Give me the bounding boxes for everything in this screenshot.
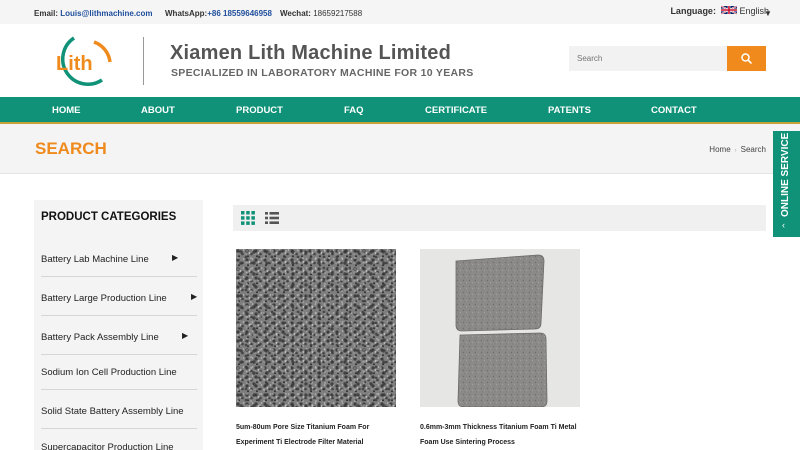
list-view-icon[interactable]	[265, 211, 279, 225]
email-label: Email:	[34, 9, 59, 18]
category-item[interactable]: Battery Large Production Line ▶	[41, 278, 197, 316]
nav-product[interactable]: PRODUCT	[236, 105, 283, 116]
chevron-left-icon: ‹	[782, 220, 785, 230]
view-toolbar	[233, 205, 766, 231]
logo-text: Lith	[56, 53, 93, 75]
category-label: Solid State Battery Assembly Line	[41, 406, 184, 417]
company-name: Xiamen Lith Machine Limited	[170, 42, 451, 64]
online-service-label: ONLINE SERVICE	[780, 132, 791, 217]
language-label: Language:	[670, 6, 716, 16]
category-label: Supercapacitor Production Line	[41, 442, 174, 450]
page-title: SEARCH	[35, 139, 107, 158]
category-item[interactable]: Supercapacitor Production Line	[41, 427, 197, 450]
email-contact: Email: Louis@lithmachine.com	[34, 9, 153, 18]
product-categories-sidebar: PRODUCT CATEGORIES Battery Lab Machine L…	[34, 200, 203, 450]
caret-right-icon[interactable]: ▶	[191, 292, 197, 301]
main-navigation: HOME ABOUT PRODUCT FAQ CERTIFICATE PATEN…	[0, 97, 800, 124]
nav-patents[interactable]: PATENTS	[548, 105, 591, 116]
caret-right-icon[interactable]: ▶	[182, 331, 188, 340]
nav-certificate[interactable]: CERTIFICATE	[425, 105, 487, 116]
language-selector[interactable]: Language: English	[670, 5, 769, 16]
site-header: Lith Xiamen Lith Machine Limited SPECIAL…	[0, 24, 800, 97]
uk-flag-icon	[721, 5, 738, 15]
wechat-contact: Wechat: 18659217588	[280, 9, 362, 18]
search-input[interactable]	[569, 46, 727, 71]
category-label: Battery Lab Machine Line	[41, 254, 149, 265]
nav-contact[interactable]: CONTACT	[651, 105, 697, 116]
wechat-label: Wechat:	[280, 9, 311, 18]
product-card[interactable]: 0.6mm-3mm Thickness Titanium Foam Ti Met…	[420, 249, 580, 446]
category-item[interactable]: Battery Pack Assembly Line ▶	[41, 317, 197, 355]
category-label: Sodium Ion Cell Production Line	[41, 367, 177, 378]
chevron-down-icon[interactable]: ▼	[764, 9, 772, 18]
sidebar-title: PRODUCT CATEGORIES	[41, 211, 177, 223]
whatsapp-label: WhatsApp:	[165, 9, 208, 18]
wechat-value: 18659217588	[313, 9, 363, 18]
category-item[interactable]: Solid State Battery Assembly Line	[41, 391, 197, 429]
breadcrumb: Home › Search	[709, 145, 766, 154]
nav-home[interactable]: HOME	[52, 105, 81, 116]
whatsapp-link[interactable]: +86 18559646958	[207, 9, 272, 18]
nav-about[interactable]: ABOUT	[141, 105, 175, 116]
search-icon	[741, 53, 752, 64]
category-item[interactable]: Battery Lab Machine Line ▶	[41, 239, 197, 277]
breadcrumb-current: Search	[740, 145, 766, 154]
category-item[interactable]: Sodium Ion Cell Production Line	[41, 352, 197, 390]
company-logo[interactable]: Lith	[50, 34, 120, 90]
company-slogan: SPECIALIZED IN LABORATORY MACHINE FOR 10…	[171, 67, 474, 79]
product-image-titanium-foam[interactable]	[236, 249, 396, 407]
top-contact-bar: Email: Louis@lithmachine.com WhatsApp:+8…	[0, 0, 800, 24]
header-divider	[143, 37, 144, 85]
category-label: Battery Pack Assembly Line	[41, 332, 159, 343]
email-link[interactable]: Louis@lithmachine.com	[60, 9, 152, 18]
breadcrumb-home[interactable]: Home	[709, 145, 730, 154]
product-name[interactable]: 0.6mm-3mm Thickness Titanium Foam Ti Met…	[420, 420, 580, 450]
page-title-banner: SEARCH Home › Search	[0, 124, 800, 174]
breadcrumb-separator: ›	[734, 148, 737, 154]
category-label: Battery Large Production Line	[41, 293, 167, 304]
product-card[interactable]: 5um-80um Pore Size Titanium Foam For Exp…	[236, 249, 396, 446]
page: Email: Louis@lithmachine.com WhatsApp:+8…	[0, 0, 800, 450]
online-service-tab[interactable]: ONLINE SERVICE ‹	[773, 131, 800, 237]
product-name[interactable]: 5um-80um Pore Size Titanium Foam For Exp…	[236, 420, 396, 450]
grid-view-icon[interactable]	[241, 211, 255, 225]
product-image-titanium-foam-sheet[interactable]	[420, 249, 580, 408]
caret-right-icon[interactable]: ▶	[172, 253, 178, 262]
search-button[interactable]	[727, 46, 766, 71]
nav-faq[interactable]: FAQ	[344, 105, 364, 116]
whatsapp-contact: WhatsApp:+86 18559646958	[165, 9, 272, 18]
